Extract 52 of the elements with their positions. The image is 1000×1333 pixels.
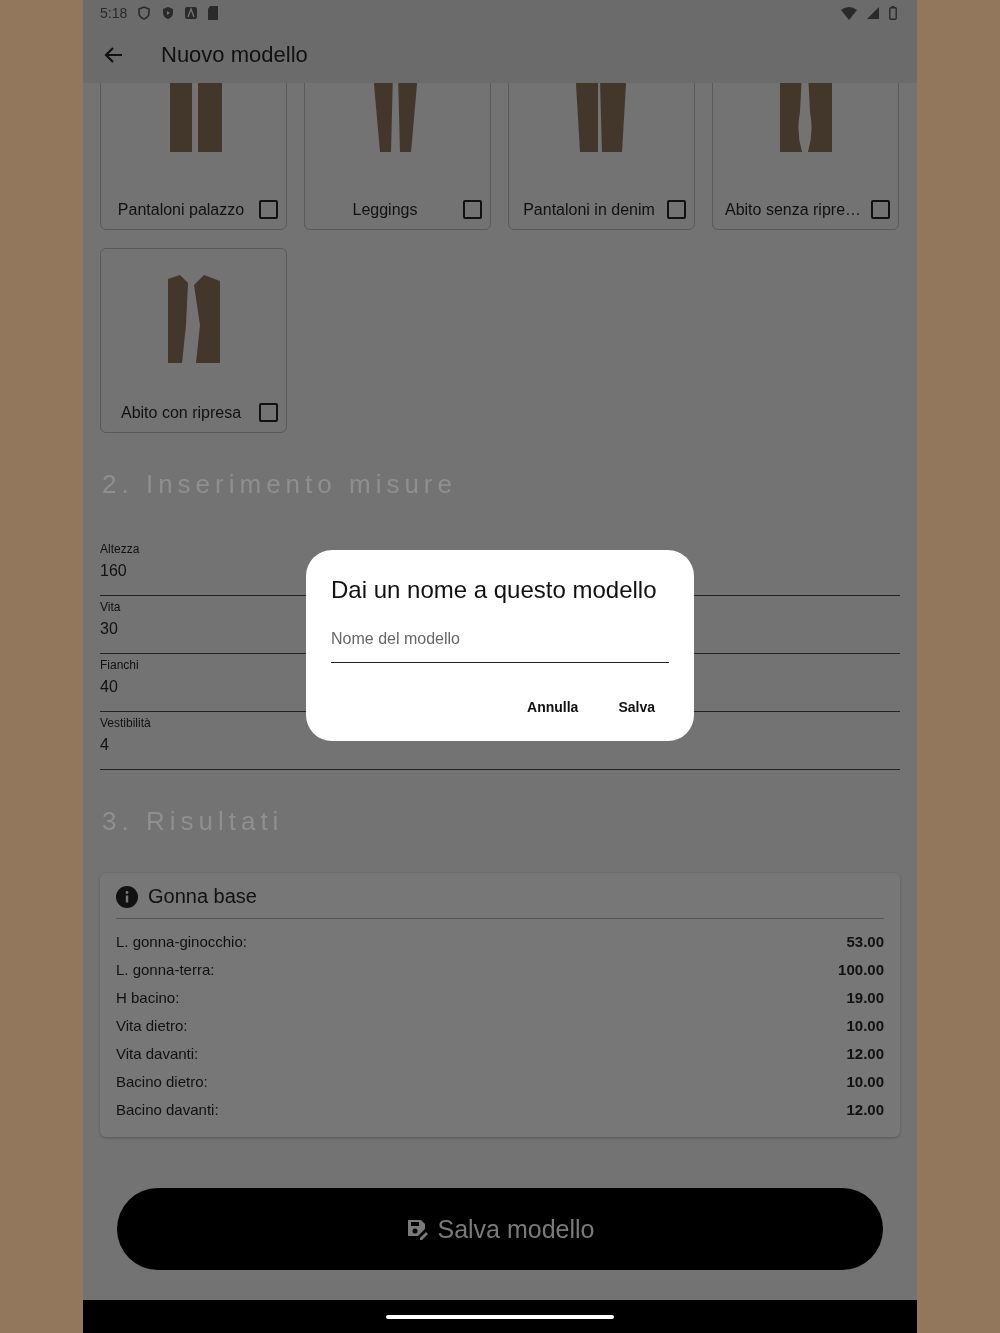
play-shield-icon [161, 6, 176, 20]
checkbox[interactable] [259, 200, 278, 219]
signal-icon [867, 7, 879, 19]
shield-icon [137, 6, 152, 20]
save-icon [405, 1217, 430, 1241]
wifi-icon [841, 6, 857, 20]
result-label: L. gonna-ginocchio: [116, 932, 247, 950]
checkbox[interactable] [667, 200, 686, 219]
result-value: 12.00 [846, 1100, 884, 1118]
result-value: 53.00 [846, 932, 884, 950]
result-value: 19.00 [846, 988, 884, 1006]
model-card[interactable]: Abito con ripresa [100, 248, 287, 433]
field-value: 4 [100, 736, 110, 754]
checkbox[interactable] [259, 403, 278, 422]
field-value: 40 [100, 678, 119, 696]
back-arrow-icon[interactable] [103, 45, 123, 64]
model-label: Pantaloni palazzo [116, 200, 246, 219]
result-value: 10.00 [846, 1016, 884, 1034]
sd-card-icon [207, 6, 220, 20]
model-label: Abito senza ripre… [723, 200, 863, 219]
status-time: 5:18 [100, 5, 128, 21]
field-value: 160 [100, 562, 128, 580]
save-model-button[interactable]: Salva modello [117, 1188, 883, 1270]
result-label: L. gonna-terra: [116, 960, 215, 978]
field-label: Vestibilità [100, 716, 152, 730]
info-icon [116, 885, 138, 908]
model-card[interactable]: Pantaloni in denim [508, 83, 695, 230]
gesture-handle[interactable] [386, 1314, 614, 1319]
model-label: Leggings [351, 200, 419, 219]
field-label: Altezza [100, 542, 141, 556]
field-label: Fianchi [100, 658, 140, 672]
dialog-title: Dai un nome a questo modello [331, 576, 658, 604]
result-value: 12.00 [846, 1044, 884, 1062]
model-card[interactable]: Abito senza ripre… [712, 83, 899, 230]
result-label: Bacino dietro: [116, 1072, 208, 1090]
result-label: H bacino: [116, 988, 180, 1006]
screen-title: Nuovo modello [161, 41, 308, 68]
result-label: Vita dietro: [116, 1016, 188, 1034]
model-label: Pantaloni in denim [522, 200, 656, 219]
result-label: Bacino davanti: [116, 1100, 219, 1118]
result-value: 100.00 [838, 960, 884, 978]
checkbox[interactable] [463, 200, 482, 219]
result-label: Vita davanti: [116, 1044, 199, 1062]
model-label: Abito con ripresa [119, 403, 243, 422]
result-value: 10.00 [846, 1072, 884, 1090]
model-card[interactable]: Leggings [304, 83, 491, 230]
field-label: Vita [100, 600, 122, 614]
model-card[interactable]: Pantaloni palazzo [100, 83, 287, 230]
checkbox[interactable] [871, 200, 890, 219]
app-icon [185, 7, 198, 19]
battery-icon [889, 6, 897, 20]
results-title: Gonna base [148, 885, 257, 908]
